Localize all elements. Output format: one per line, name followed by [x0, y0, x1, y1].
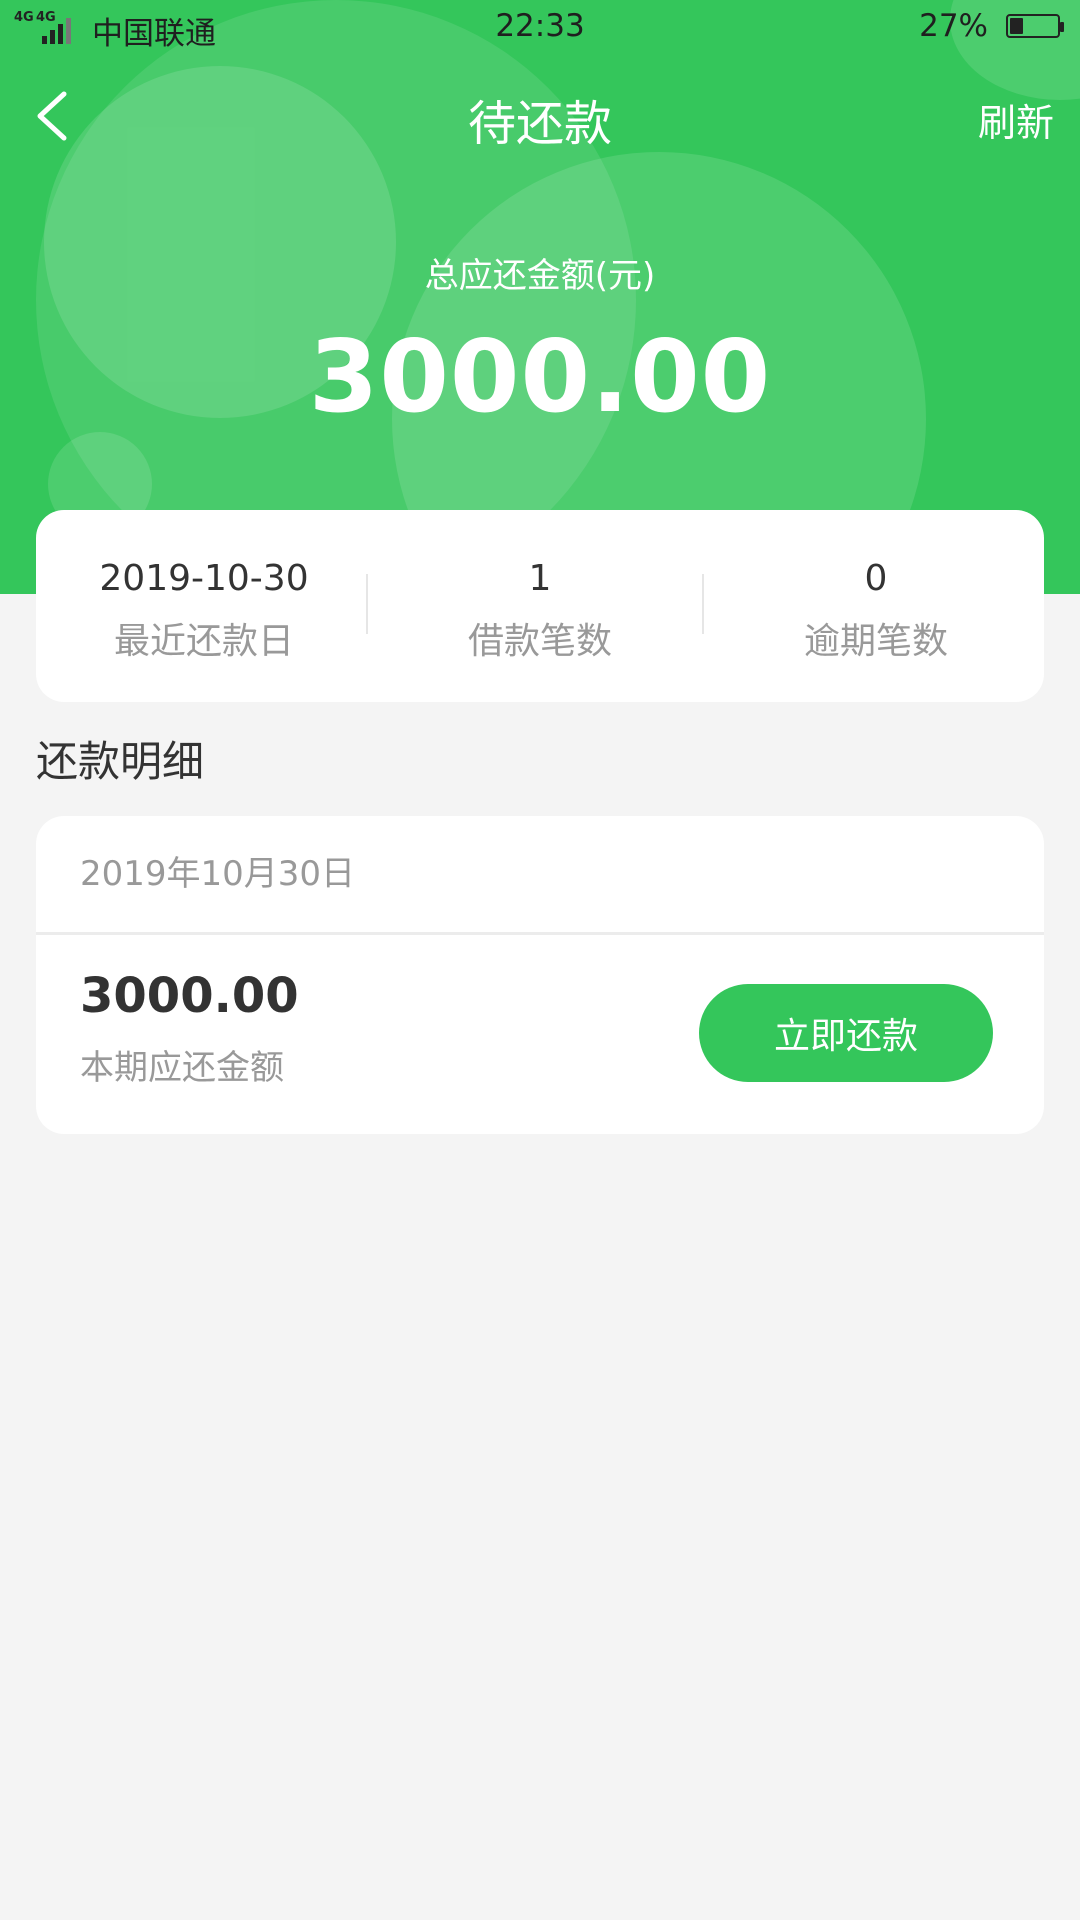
stat-loan-count: 1 借款笔数 [372, 510, 708, 702]
section-title: 还款明细 [36, 737, 205, 786]
divider [366, 574, 368, 634]
installment-amount: 3000.00 [80, 968, 299, 1024]
stat-label: 借款笔数 [467, 621, 612, 662]
battery-percent: 27% [919, 8, 988, 44]
stat-value: 2019-10-30 [99, 558, 309, 599]
battery-icon [1006, 14, 1064, 38]
stat-value: 1 [528, 558, 552, 599]
repayment-detail-card: 2019年10月30日 3000.00 本期应还金额 立即还款 [36, 816, 1044, 1134]
status-bar: 4G 4G 中国联通 22:33 27% [0, 0, 1080, 56]
divider [702, 574, 704, 634]
stat-overdue-count: 0 逾期笔数 [708, 510, 1044, 702]
divider [36, 932, 1044, 935]
installment-amount-label: 本期应还金额 [80, 1048, 284, 1088]
total-amount-label: 总应还金额(元) [424, 256, 656, 296]
stat-label: 最近还款日 [113, 621, 294, 662]
stat-next-due-date: 2019-10-30 最近还款日 [36, 510, 372, 702]
pay-now-button[interactable]: 立即还款 [699, 984, 993, 1082]
stat-label: 逾期笔数 [803, 621, 948, 662]
stat-value: 0 [864, 558, 888, 599]
refresh-button[interactable]: 刷新 [978, 92, 1054, 147]
stats-card: 2019-10-30 最近还款日 1 借款笔数 0 逾期笔数 [36, 510, 1044, 702]
status-time: 22:33 [495, 8, 585, 44]
total-amount-value: 3000.00 [308, 318, 772, 435]
nav-bar: 待还款 刷新 [0, 78, 1080, 158]
page-title: 待还款 [467, 96, 612, 152]
repayment-date: 2019年10月30日 [80, 854, 356, 894]
